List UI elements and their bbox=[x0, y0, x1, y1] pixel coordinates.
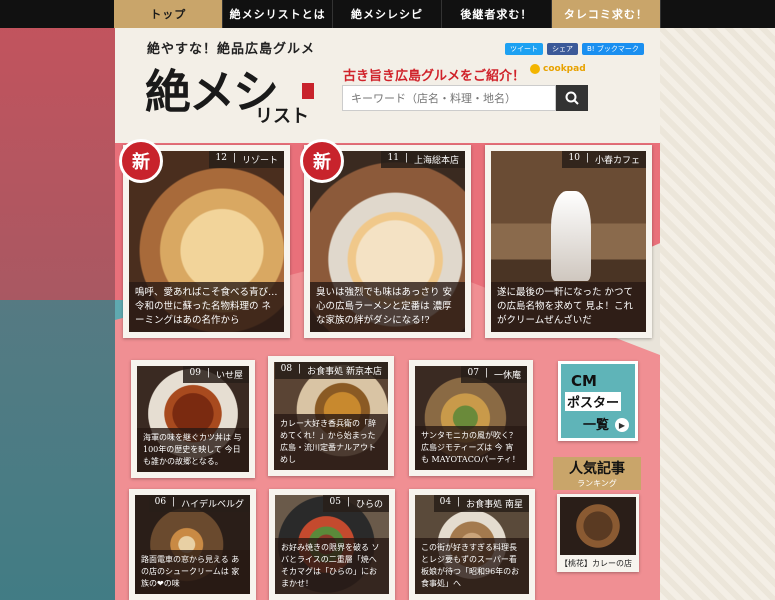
nav-tab-successor[interactable]: 後継者求む！ bbox=[442, 0, 552, 28]
article-card[interactable]: 04 | お食事処 南星 この街が好きすぎる料理長とレジ要もずのスーパー看板娘が待つ… bbox=[409, 489, 535, 600]
article-label: 11 | 上海総本店 bbox=[381, 151, 465, 168]
ranking-heading: 人気記事 ランキング bbox=[553, 457, 641, 490]
article-caption: 臭いは強烈でも味はあっさり 安心の広島ラーメンと定番は 濃厚な家族の絆がダシにな… bbox=[310, 282, 465, 332]
article-image: 09 | いせ屋 海軍の味を継ぐカツ丼は 与100年の歴史を映して 今日も誰かの故郷… bbox=[137, 366, 249, 472]
hatena-bookmark-button[interactable]: B! ブックマーク bbox=[582, 43, 644, 55]
article-card[interactable]: 09 | いせ屋 海軍の味を継ぐカツ丼は 与100年の歴史を映して 今日も誰かの故郷… bbox=[131, 360, 255, 478]
cm-poster-banner[interactable]: CM ポスター 一覧 ▶ bbox=[558, 361, 638, 441]
search-icon bbox=[565, 91, 579, 105]
cm-banner-line2: ポスター bbox=[565, 392, 622, 411]
nav-tab-about[interactable]: 絶メシリストとは bbox=[223, 0, 333, 28]
shaved-ice-image bbox=[551, 191, 591, 281]
article-label: 12 | リゾート bbox=[209, 151, 284, 168]
article-card[interactable]: 07 | 一休庵 サンタモニカの風が吹く？ 広島ジモティーズは 今 宵 も MAYO… bbox=[409, 360, 533, 476]
site-logo-sub: リスト bbox=[255, 106, 309, 127]
article-label: 08 | お食事処 新京本店 bbox=[274, 362, 388, 379]
search-input[interactable] bbox=[342, 85, 556, 111]
article-label: 10 | 小春カフェ bbox=[562, 151, 646, 168]
article-caption: 海軍の味を継ぐカツ丼は 与100年の歴史を映して 今日も誰かの故郷となる。 bbox=[137, 428, 249, 472]
tweet-button[interactable]: ツイート bbox=[505, 43, 543, 55]
nav-tab-top[interactable]: トップ bbox=[114, 0, 224, 28]
article-label: 04 | お食事処 南星 bbox=[433, 495, 529, 512]
ranking-image bbox=[560, 497, 636, 555]
article-card[interactable]: 06 | ハイデルベルグ 路面電車の窓から見える あの店のシュークリームは 家族の❤… bbox=[129, 489, 256, 600]
article-card[interactable]: 新 11 | 上海総本店 臭いは強烈でも味はあっさり 安心の広島ラーメンと定番は 濃… bbox=[300, 139, 471, 338]
play-arrow-icon: ▶ bbox=[615, 418, 629, 432]
article-caption: お好み焼きの限界を破る ソバとライスの二重層「焼へそカマグは「ひらの」におまかせ… bbox=[275, 538, 389, 594]
article-caption: この街が好きすぎる料理長とレジ要もずのスーパー看板娘が待つ「昭和96年のお食事処… bbox=[415, 538, 529, 594]
article-image: 10 | 小春カフェ 遂に最後の一軒になった かつての広島名物を求めて 見よ！これが… bbox=[491, 151, 646, 332]
article-image: 04 | お食事処 南星 この街が好きすぎる料理長とレジ要もずのスーパー看板娘が待つ… bbox=[415, 495, 529, 594]
ranking-title: 人気記事 bbox=[569, 461, 625, 477]
logo-stamp-icon bbox=[302, 83, 314, 99]
search-button[interactable] bbox=[556, 85, 588, 111]
article-caption: サンタモニカの風が吹く？ 広島ジモティーズは 今 宵 も MAYOTACOパーテ… bbox=[415, 426, 527, 470]
article-image: 07 | 一休庵 サンタモニカの風が吹く？ 広島ジモティーズは 今 宵 も MAYO… bbox=[415, 366, 527, 470]
article-label: 07 | 一休庵 bbox=[461, 366, 527, 383]
article-image: 08 | お食事処 新京本店 カレー大好き香兵衛の「辞めてくれ！」から始まった 広島… bbox=[274, 362, 388, 470]
cm-banner-line3: 一覧 bbox=[583, 418, 610, 433]
article-image: 06 | ハイデルベルグ 路面電車の窓から見える あの店のシュークリームは 家族の❤… bbox=[135, 495, 250, 594]
article-card[interactable]: 08 | お食事処 新京本店 カレー大好き香兵衛の「辞めてくれ！」から始まった 広島… bbox=[268, 356, 394, 476]
cookpad-icon bbox=[530, 64, 540, 74]
article-label: 05 | ひらの bbox=[323, 495, 389, 512]
share-bar: ツイート シェア B! ブックマーク bbox=[505, 43, 644, 55]
article-label: 06 | ハイデルベルグ bbox=[148, 495, 250, 512]
article-card[interactable]: 10 | 小春カフェ 遂に最後の一軒になった かつての広島名物を求めて 見よ！これが… bbox=[485, 145, 652, 338]
global-nav: トップ 絶メシリストとは 絶メシレシピ 後継者求む！ タレコミ求む！ bbox=[0, 0, 775, 28]
article-caption: 路面電車の窓から見える あの店のシュークリームは 家族の❤の味 bbox=[135, 550, 250, 594]
cookpad-label: cookpad bbox=[543, 64, 586, 74]
article-label: 09 | いせ屋 bbox=[183, 366, 249, 383]
facebook-share-button[interactable]: シェア bbox=[547, 43, 578, 55]
cm-banner-line1: CM bbox=[571, 372, 597, 390]
nav-tab-tip[interactable]: タレコミ求む！ bbox=[551, 0, 662, 28]
ranking-subtitle: ランキング bbox=[577, 479, 617, 488]
logo-subtitle: 絶やすな！絶品広島グルメ bbox=[147, 42, 316, 57]
tagline: 古き旨き広島グルメをご紹介！ bbox=[343, 69, 526, 84]
ranking-item[interactable]: 【桃花】カレーの店 bbox=[557, 494, 639, 572]
article-caption: 嗚呼、愛あればこそ食べる青び… 令和の世に蘇った名物料理の ネーミングはあの名作… bbox=[129, 282, 284, 332]
cookpad-logo[interactable]: cookpad bbox=[530, 64, 586, 74]
new-badge: 新 bbox=[300, 139, 344, 183]
article-card[interactable]: 05 | ひらの お好み焼きの限界を破る ソバとライスの二重層「焼へそカマグは「ひら… bbox=[269, 489, 395, 600]
article-caption: カレー大好き香兵衛の「辞めてくれ！」から始まった 広島・流川定番ナルアウトめし bbox=[274, 414, 388, 470]
search-form bbox=[342, 85, 588, 111]
new-badge: 新 bbox=[119, 139, 163, 183]
article-image: 05 | ひらの お好み焼きの限界を破る ソバとライスの二重層「焼へそカマグは「ひら… bbox=[275, 495, 389, 594]
ranking-caption: 【桃花】カレーの店 bbox=[560, 559, 632, 568]
nav-tab-recipe[interactable]: 絶メシレシピ bbox=[333, 0, 443, 28]
site-header: 絶やすな！絶品広島グルメ 絶メシ リスト 古き旨き広島グルメをご紹介！ ツイート… bbox=[115, 28, 660, 143]
article-caption: 遂に最後の一軒になった かつての広島名物を求めて 見よ！これがクリームぜんざいだ bbox=[491, 282, 646, 332]
article-card[interactable]: 新 12 | リゾート 嗚呼、愛あればこそ食べる青び… 令和の世に蘇った名物料理の … bbox=[119, 139, 290, 338]
